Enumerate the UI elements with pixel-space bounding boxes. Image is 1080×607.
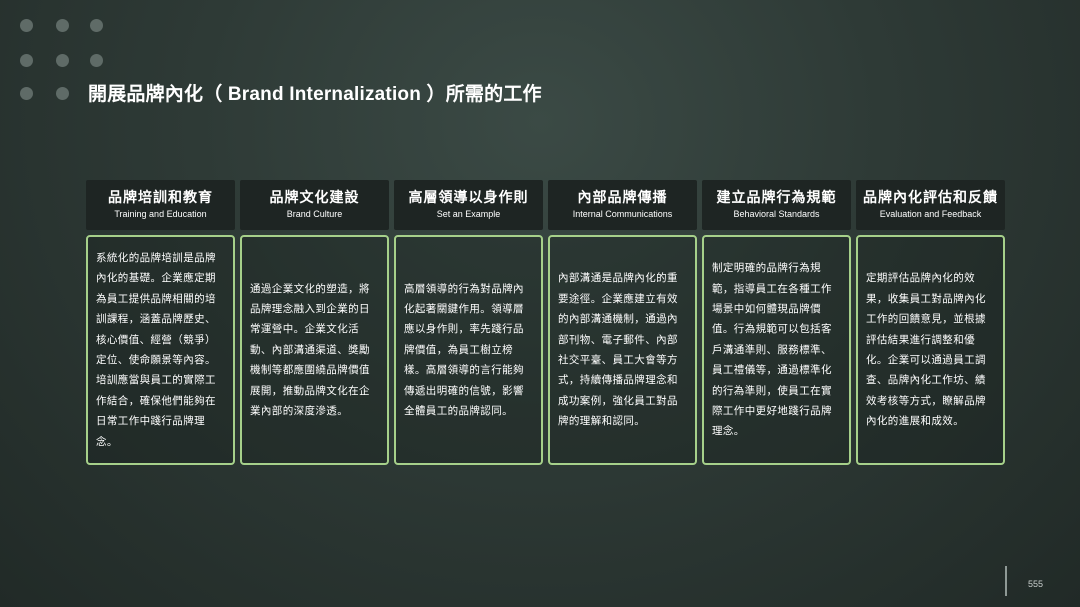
column-header-title: 品牌文化建設 xyxy=(269,190,360,206)
column-header-title: 高層領導以身作則 xyxy=(408,190,529,206)
column-body-culture: 通過企業文化的塑造，將品牌理念融入到企業的日常運營中。企業文化活動、內部溝通渠道… xyxy=(240,235,389,465)
page-number: 555 xyxy=(1028,579,1044,589)
column-header-leadership: 高層領導以身作則 Set an Example xyxy=(394,180,543,230)
column-header-evaluation: 品牌內化評估和反饋 Evaluation and Feedback xyxy=(856,180,1005,230)
column-body-evaluation: 定期評估品牌內化的效果，收集員工對品牌內化工作的回饋意見，並根據評估結果進行調整… xyxy=(856,235,1005,465)
column-body-communications: 內部溝通是品牌內化的重要途徑。企業應建立有效的內部溝通機制，通過內部刊物、電子郵… xyxy=(548,235,697,465)
column-header-subtitle: Evaluation and Feedback xyxy=(879,209,982,219)
column-header-culture: 品牌文化建設 Brand Culture xyxy=(240,180,389,230)
column-bodies: 系統化的品牌培訓是品牌內化的基礎。企業應定期為員工提供品牌相關的培訓課程，涵蓋品… xyxy=(86,235,1006,467)
column-header-subtitle: Brand Culture xyxy=(286,209,343,219)
column-body-text: 定期評估品牌內化的效果，收集員工對品牌內化工作的回饋意見，並根據評估結果進行調整… xyxy=(866,272,986,428)
column-body-text: 通過企業文化的塑造，將品牌理念融入到企業的日常運營中。企業文化活動、內部溝通渠道… xyxy=(250,282,370,418)
column-header-title: 建立品牌行為規範 xyxy=(716,190,837,206)
column-headers: 品牌培訓和教育 Training and Education 品牌文化建設 Br… xyxy=(86,180,1006,230)
column-body-standards: 制定明確的品牌行為規範，指導員工在各種工作場景中如何體現品牌價值。行為規範可以包… xyxy=(702,235,851,465)
column-header-title: 品牌培訓和教育 xyxy=(108,190,213,206)
dot-icon xyxy=(56,19,69,32)
column-header-title: 品牌內化評估和反饋 xyxy=(863,190,998,206)
column-header-communications: 內部品牌傳播 Internal Communications xyxy=(548,180,697,230)
column-body-text: 高層領導的行為對品牌內化起著關鍵作用。領導層應以身作則，率先踐行品牌價值，為員工… xyxy=(404,282,524,418)
dot-icon xyxy=(90,19,103,32)
column-body-text: 內部溝通是品牌內化的重要途徑。企業應建立有效的內部溝通機制，通過內部刊物、電子郵… xyxy=(558,272,678,428)
dot-icon xyxy=(20,87,33,100)
column-header-standards: 建立品牌行為規範 Behavioral Standards xyxy=(702,180,851,230)
footer-divider xyxy=(1005,566,1007,596)
column-header-subtitle: Training and Education xyxy=(114,209,207,219)
dot-icon xyxy=(56,87,69,100)
column-header-training: 品牌培訓和教育 Training and Education xyxy=(86,180,235,230)
dot-icon xyxy=(20,54,33,67)
column-header-title: 內部品牌傳播 xyxy=(577,190,668,206)
column-body-training: 系統化的品牌培訓是品牌內化的基礎。企業應定期為員工提供品牌相關的培訓課程，涵蓋品… xyxy=(86,235,235,465)
column-body-leadership: 高層領導的行為對品牌內化起著關鍵作用。領導層應以身作則，率先踐行品牌價值，為員工… xyxy=(394,235,543,465)
column-header-subtitle: Set an Example xyxy=(436,209,501,219)
dot-icon xyxy=(20,19,33,32)
dot-icon xyxy=(90,54,103,67)
column-body-text: 系統化的品牌培訓是品牌內化的基礎。企業應定期為員工提供品牌相關的培訓課程，涵蓋品… xyxy=(96,251,216,448)
column-header-subtitle: Internal Communications xyxy=(572,209,673,219)
column-body-text: 制定明確的品牌行為規範，指導員工在各種工作場景中如何體現品牌價值。行為規範可以包… xyxy=(712,262,832,438)
column-header-subtitle: Behavioral Standards xyxy=(733,209,820,219)
dot-icon xyxy=(56,54,69,67)
slide-title: 開展品牌內化（ Brand Internalization ）所需的工作 xyxy=(88,84,542,105)
